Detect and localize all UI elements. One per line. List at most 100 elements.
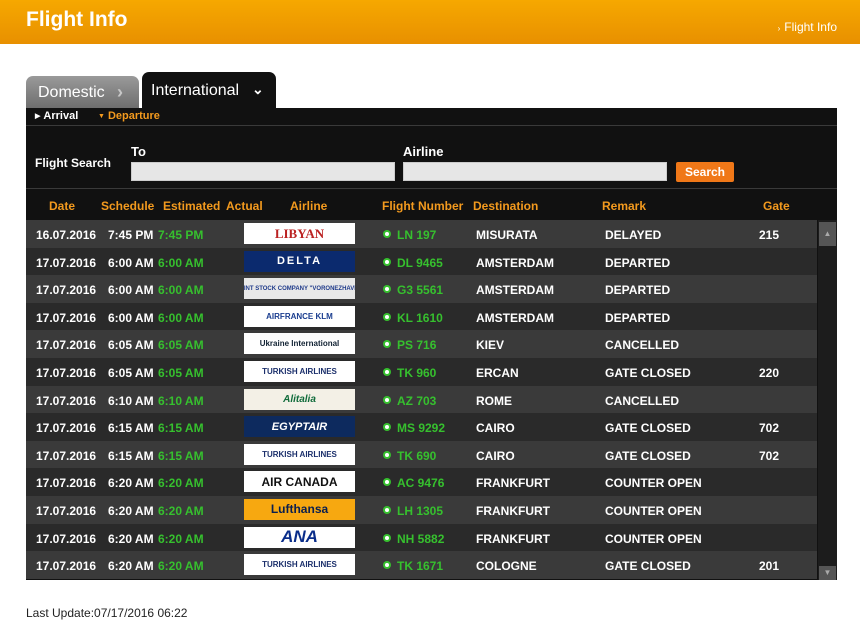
cell-remark: CANCELLED: [605, 393, 679, 408]
cell-remark: COUNTER OPEN: [605, 476, 702, 491]
cell-flight-number[interactable]: G3 5561: [397, 283, 443, 297]
cell-remark: DEPARTED: [605, 283, 671, 298]
status-dot-icon: [383, 423, 391, 432]
table-row[interactable]: 17.07.2016 6:20 AM 6:20 AM LH 1305 FRANKFURT…: [26, 495, 817, 524]
table-row[interactable]: 17.07.2016 6:05 AM 6:05 AM PS 716 KIEV CANCEL…: [26, 330, 817, 358]
table-row[interactable]: 17.07.2016 6:00 AM 6:00 AM KL 1610 AMSTERDAM…: [26, 302, 817, 331]
table-row[interactable]: 17.07.2016 6:00 AM 6:00 AM DL 9465 AMSTERDAM…: [26, 247, 817, 276]
cell-schedule: 6:20 AM: [108, 531, 154, 546]
cell-flight-number[interactable]: DL 9465: [397, 256, 443, 270]
tab-international[interactable]: International ⌄: [142, 72, 276, 108]
cell-date: 17.07.2016: [36, 310, 97, 325]
col-airline[interactable]: Airline: [290, 199, 327, 213]
status-dot-icon: [383, 367, 391, 376]
cell-destination: FRANKFURT: [476, 476, 550, 491]
airline-logo: AIRFRANCE KLM: [244, 305, 355, 327]
cell-remark: COUNTER OPEN: [605, 531, 702, 546]
airline-logo: Alitalia: [244, 388, 355, 410]
flight-panel: ▶ Arrival ▼ Departure Flight Search To Air…: [26, 108, 837, 580]
cell-gate: 220: [759, 365, 780, 380]
cell-schedule: 6:05 AM: [108, 365, 154, 380]
cell-flight-number[interactable]: AC 9476: [397, 476, 444, 490]
airline-logo: JOINT STOCK COMPANY "VORONEZHAVIA": [244, 278, 355, 300]
table-row[interactable]: 17.07.2016 6:20 AM 6:20 AM NH 5882 FRANKFURT…: [26, 523, 817, 552]
table-row[interactable]: 17.07.2016 6:15 AM 6:15 AM MS 9292 CAIRO GATE…: [26, 413, 817, 441]
col-schedule[interactable]: Schedule: [101, 199, 154, 213]
cell-estimated: 6:00 AM: [158, 310, 204, 325]
status-dot-icon: [383, 450, 391, 459]
cell-flight-number[interactable]: TK 1671: [397, 559, 443, 573]
cell-date: 17.07.2016: [36, 559, 97, 574]
cell-flight-number[interactable]: AZ 703: [397, 394, 436, 408]
table-row[interactable]: 17.07.2016 6:10 AM 6:10 AM AZ 703 ROME CANCEL…: [26, 385, 817, 414]
cell-flight-number[interactable]: NH 5882: [397, 532, 444, 546]
airline-logo: TURKISH AIRLINES: [244, 443, 355, 465]
cell-destination: FRANKFURT: [476, 503, 550, 518]
col-date[interactable]: Date: [49, 199, 75, 213]
airline-input[interactable]: [403, 162, 667, 181]
table-row[interactable]: 17.07.2016 6:20 AM 6:20 AM AC 9476 FRANKFURT…: [26, 468, 817, 496]
status-dot-icon: [383, 285, 391, 294]
col-estimated[interactable]: Estimated: [163, 199, 220, 213]
airline-logo: Ukraine International: [244, 333, 355, 355]
table-row[interactable]: 16.07.2016 7:45 PM 7:45 PM LN 197 MISURATA DE…: [26, 220, 817, 248]
scroll-up-icon[interactable]: ▲: [819, 222, 836, 246]
chevron-right-icon: ›: [117, 82, 123, 102]
flight-search-label: Flight Search: [35, 156, 112, 170]
search-button[interactable]: Search: [676, 162, 734, 182]
flight-table-body: 16.07.2016 7:45 PM 7:45 PM LN 197 MISURATA DE…: [26, 220, 817, 579]
status-dot-icon: [383, 230, 391, 238]
breadcrumb[interactable]: › Flight Info: [778, 20, 837, 34]
cell-remark: COUNTER OPEN: [605, 503, 702, 518]
cell-remark: GATE CLOSED: [605, 559, 691, 574]
breadcrumb-label: Flight Info: [784, 20, 837, 34]
cell-flight-number[interactable]: KL 1610: [397, 311, 443, 325]
scroll-down-icon[interactable]: ▼: [819, 566, 836, 580]
to-label: To: [131, 144, 146, 159]
cell-date: 17.07.2016: [36, 365, 97, 380]
scrollbar[interactable]: ▲ ▼: [818, 220, 837, 580]
cell-remark: CANCELLED: [605, 338, 679, 353]
cell-date: 17.07.2016: [36, 338, 97, 353]
page-header: Flight Info › Flight Info: [0, 0, 860, 44]
cell-flight-number[interactable]: MS 9292: [397, 421, 445, 435]
divider: [26, 188, 837, 189]
cell-gate: 702: [759, 421, 780, 436]
cell-flight-number[interactable]: LH 1305: [397, 504, 443, 518]
cell-date: 17.07.2016: [36, 503, 97, 518]
subnav-departure[interactable]: ▼ Departure: [98, 110, 160, 122]
cell-destination: ROME: [476, 393, 512, 408]
airline-logo: LIBYAN: [244, 223, 355, 244]
triangle-down-icon: ▼: [98, 113, 105, 120]
cell-flight-number[interactable]: TK 690: [397, 449, 436, 463]
cell-estimated: 7:45 PM: [158, 228, 204, 242]
cell-estimated: 6:00 AM: [158, 283, 204, 298]
status-dot-icon: [383, 505, 391, 514]
cell-destination: CAIRO: [476, 448, 515, 463]
cell-flight-number[interactable]: LN 197: [397, 228, 436, 242]
table-header: Date Schedule Estimated Actual Airline F…: [26, 196, 837, 218]
col-gate[interactable]: Gate: [763, 199, 790, 213]
to-input[interactable]: [131, 162, 395, 181]
table-row[interactable]: 17.07.2016 6:20 AM 6:20 AM TK 1671 COLOGNE GA…: [26, 551, 817, 579]
cell-destination: FRANKFURT: [476, 531, 550, 546]
airline-logo: EGYPTAIR: [244, 416, 355, 438]
tab-domestic[interactable]: Domestic ›: [26, 76, 139, 108]
col-destination[interactable]: Destination: [473, 199, 538, 213]
table-row[interactable]: 17.07.2016 6:00 AM 6:00 AM G3 5561 AMSTERDAM…: [26, 275, 817, 303]
table-row[interactable]: 17.07.2016 6:05 AM 6:05 AM TK 960 ERCAN GATE …: [26, 357, 817, 386]
col-flight-number[interactable]: Flight Number: [382, 199, 463, 213]
table-row[interactable]: 17.07.2016 6:15 AM 6:15 AM TK 690 CAIRO GATE …: [26, 440, 817, 469]
cell-estimated: 6:20 AM: [158, 476, 204, 491]
cell-destination: AMSTERDAM: [476, 255, 554, 270]
col-remark[interactable]: Remark: [602, 199, 646, 213]
cell-estimated: 6:00 AM: [158, 255, 204, 270]
subnav-arrival[interactable]: ▶ Arrival: [35, 110, 78, 122]
cell-remark: DEPARTED: [605, 255, 671, 270]
status-dot-icon: [383, 533, 391, 542]
cell-flight-number[interactable]: TK 960: [397, 366, 436, 380]
cell-flight-number[interactable]: PS 716: [397, 338, 436, 352]
cell-remark: DEPARTED: [605, 310, 671, 325]
cell-estimated: 6:05 AM: [158, 338, 204, 353]
col-actual[interactable]: Actual: [226, 199, 263, 213]
